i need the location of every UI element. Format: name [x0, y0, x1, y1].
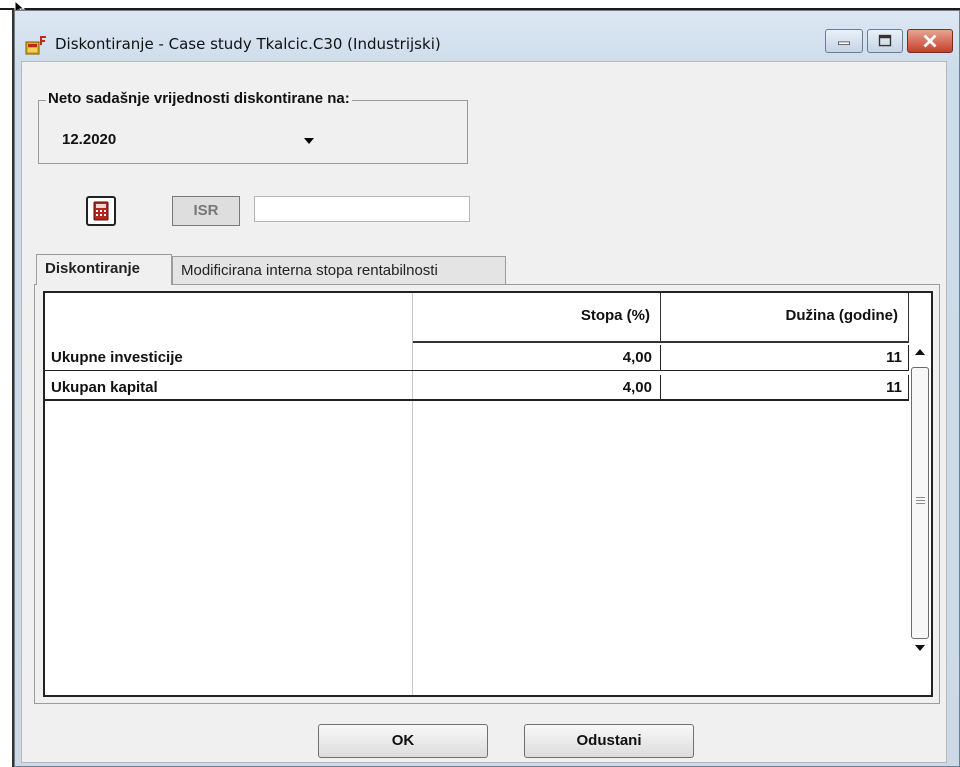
isr-button[interactable]: ISR: [172, 196, 240, 226]
close-button[interactable]: [907, 29, 953, 53]
app-icon: [25, 36, 46, 55]
calculator-icon: [93, 201, 109, 221]
table-row[interactable]: Ukupan kapital 4,00 11: [45, 375, 909, 401]
tab-diskontiranje[interactable]: Diskontiranje: [36, 254, 172, 285]
calculator-button[interactable]: [86, 196, 116, 226]
period-dropdown[interactable]: 12.2020: [56, 128, 314, 152]
cancel-button[interactable]: Odustani: [524, 724, 694, 758]
vertical-scrollbar[interactable]: [909, 343, 931, 693]
title-bar[interactable]: Diskontiranje - Case study Tkalcic.C30 (…: [15, 11, 959, 61]
dialog-window: Diskontiranje - Case study Tkalcic.C30 (…: [14, 10, 960, 767]
scroll-down-arrow-icon[interactable]: [915, 645, 925, 651]
column-header-stopa: Stopa (%): [413, 293, 661, 343]
close-icon: [923, 34, 937, 48]
row-name: Ukupne investicije: [51, 349, 183, 366]
isr-result-field[interactable]: [254, 196, 470, 222]
window-title: Diskontiranje - Case study Tkalcic.C30 (…: [55, 35, 441, 53]
scroll-grip-icon: [916, 497, 925, 504]
scrollbar-thumb[interactable]: [911, 367, 929, 639]
dialog-client-area: Neto sadašnje vrijednosti diskontirane n…: [21, 61, 947, 763]
discount-date-label: Neto sadašnje vrijednosti diskontirane n…: [46, 90, 352, 107]
row-name: Ukupan kapital: [51, 379, 158, 396]
discount-rates-grid: Stopa (%) Dužina (godine) Ukupne investi…: [43, 291, 933, 697]
stopa-cell[interactable]: 4,00: [413, 345, 661, 370]
column-header-duzina: Dužina (godine): [661, 293, 909, 343]
tab-panel: Stopa (%) Dužina (godine) Ukupne investi…: [34, 284, 940, 704]
maximize-button[interactable]: [867, 29, 903, 53]
minimize-icon: [838, 41, 850, 46]
table-row[interactable]: Ukupne investicije 4,00 11: [45, 345, 909, 371]
stopa-cell[interactable]: 4,00: [413, 375, 661, 399]
ok-button[interactable]: OK: [318, 724, 488, 758]
dropdown-arrow-icon: [304, 138, 314, 144]
maximize-icon: [878, 34, 892, 47]
background-strip: [0, 0, 960, 8]
duzina-cell[interactable]: 11: [661, 375, 909, 399]
period-dropdown-value: 12.2020: [62, 131, 117, 148]
minimize-button[interactable]: [825, 29, 863, 53]
duzina-cell[interactable]: 11: [661, 345, 909, 370]
scroll-up-arrow-icon[interactable]: [915, 349, 925, 355]
tab-modificirana-isr[interactable]: Modificirana interna stopa rentabilnosti: [172, 256, 506, 284]
